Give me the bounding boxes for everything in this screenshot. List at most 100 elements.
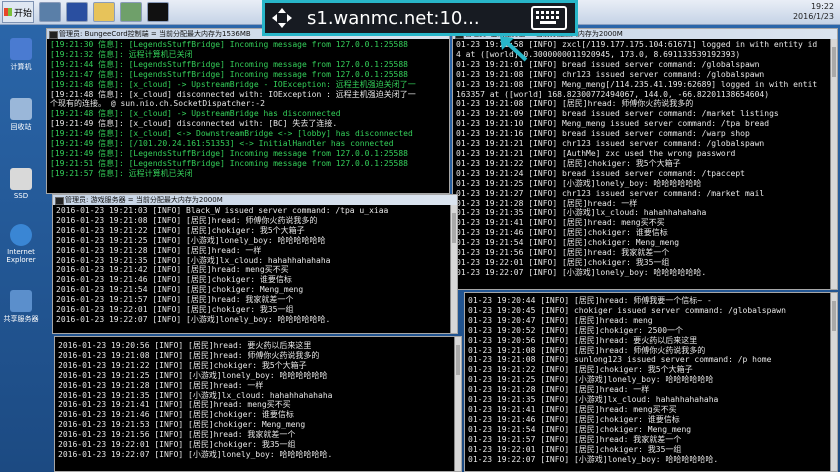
log-line: 01-23 19:21:22 [INFO] [居民]chokiger: 我5个大…: [468, 365, 693, 375]
explorer-folder-icon[interactable]: [93, 2, 115, 22]
log-line: 01-23 19:21:54 [INFO] [居民]chokiger: Meng…: [468, 424, 692, 434]
window-title: 管理员: 游戏服务器 = 当前分配最大内存为2000M: [65, 196, 223, 204]
desktop-icon-label: 回收站: [10, 123, 32, 131]
log-line: 2016-01-23 19:21:35 [INFO] [小游戏]lx_cloud…: [58, 390, 333, 400]
log-line: 163357 at ([world] 168.82300772494067, 1…: [456, 89, 770, 99]
log-line: 01-23 19:21:16 [INFO] bread issued serve…: [456, 129, 750, 139]
log-line: [19:21:44 信息]: [LegendsStuffBridge] Inco…: [50, 59, 408, 69]
log-line: [19:21:47 信息]: [LegendsStuffBridge] Inco…: [50, 69, 408, 79]
log-line: 2016-01-23 19:21:42 [INFO] [居民]hread: me…: [56, 265, 289, 275]
console-log: 01-23 19:21:58 [INFO] zxcl[/119.177.175.…: [453, 39, 837, 279]
start-button[interactable]: 开始: [2, 1, 34, 23]
log-line: 01-23 19:22:07 [INFO] [小游戏]lonely_boy: 哈…: [468, 454, 719, 464]
log-line: 01-23 19:21:24 [INFO] bread issued serve…: [456, 168, 745, 178]
log-line: 01-23 19:21:46 [INFO] [居民]chokiger: 谁要信标: [468, 414, 680, 424]
log-line: [19:21:49 信息]: [x_cloud] disconnected wi…: [50, 119, 338, 129]
desktop-icon-internet-explorer[interactable]: Internet Explorer: [2, 224, 40, 264]
log-line: 01-23 19:20:52 [INFO] [居民]chokiger: 2500…: [468, 325, 684, 335]
log-line: 2016-01-23 19:21:25 [INFO] [小游戏]lonely_b…: [58, 370, 328, 380]
log-line: 01-23 19:21:09 [INFO] bread issued serve…: [456, 109, 779, 119]
log-line: 01-23 19:21:54 [INFO] [居民]chokiger: Meng…: [456, 238, 680, 248]
log-line: 2016-01-23 19:22:07 [INFO] [小游戏]lonely_b…: [56, 314, 331, 324]
lobby-server-console[interactable]: 管理员: 登录服务器 = 当前分配最大内存为2000M 01-23 19:21:…: [452, 28, 838, 290]
log-line: 01-23 19:21:41 [INFO] [居民]hread: meng买不买: [456, 218, 665, 228]
log-line: 01-23 19:20:45 [INFO] chokiger issued se…: [468, 305, 786, 315]
log-line: 01-23 19:21:08 [INFO] [居民]hread: 师傅你火药说我…: [468, 345, 706, 355]
console-icon: [55, 197, 64, 205]
log-line: 2016-01-23 19:21:57 [INFO] [居民]hread: 我家…: [56, 295, 294, 305]
log-line: 01-23 19:21:21 [INFO] [AuthMe] zxc used …: [456, 148, 736, 158]
scrollbar[interactable]: [454, 337, 461, 471]
scrollbar[interactable]: [830, 39, 837, 289]
log-line: 2016-01-23 19:21:54 [INFO] [居民]chokiger:…: [56, 285, 304, 295]
log-line: 01-23 19:21:27 [INFO] chr123 issued serv…: [456, 188, 765, 198]
window-titlebar[interactable]: 管理员: 游戏服务器 = 当前分配最大内存为2000M: [53, 195, 457, 205]
log-line: 01-23 19:21:35 [INFO] [小游戏]lx_cloud: hah…: [456, 208, 707, 218]
taskbar-clock[interactable]: 19:22 2016/1/23: [793, 2, 834, 22]
log-line: [19:21:49 信息]: [x_cloud] <-> DownstreamB…: [50, 129, 413, 139]
console-log: 2016-01-23 19:21:03 [INFO] Black_W issue…: [53, 205, 457, 326]
recycle-bin-icon: [10, 98, 32, 120]
keyboard-icon[interactable]: [531, 6, 567, 30]
log-line: 2016-01-23 19:21:08 [INFO] [居民]hread: 师傅…: [56, 215, 318, 225]
log-line: 2016-01-23 19:21:22 [INFO] [居民]chokiger:…: [56, 225, 305, 235]
log-line: 01-23 19:21:21 [INFO] chr123 issued serv…: [456, 139, 765, 149]
start-label: 开始: [13, 8, 32, 19]
game-server-console[interactable]: 管理员: 游戏服务器 = 当前分配最大内存为2000M 2016-01-23 1…: [52, 194, 458, 334]
log-line: 01-23 19:21:22 [INFO] [居民]chokiger: 我5个大…: [456, 158, 681, 168]
log-line: 01-23 19:20:56 [INFO] [居民]hread: 要火药以后来这…: [468, 335, 698, 345]
scrollbar[interactable]: [830, 293, 837, 471]
desktop-icon-shared-server[interactable]: 共享服务器: [2, 290, 40, 324]
log-line: 2016-01-23 19:21:35 [INFO] [小游戏]lx_cloud…: [56, 255, 331, 265]
log-line: 01-23 19:21:46 [INFO] [居民]chokiger: 谁要信标: [456, 228, 668, 238]
log-line: 2016-01-23 19:22:01 [INFO] [居民]chokiger:…: [56, 305, 294, 315]
log-line: [19:21:48 信息]: [x_cloud] disconnected wi…: [50, 89, 416, 99]
log-line: 2016-01-23 19:22:07 [INFO] [小游戏]lonely_b…: [58, 449, 333, 459]
console-log: 01-23 19:20:44 [INFO] [居民]hread: 师傅我要一个信…: [465, 293, 837, 465]
log-line: 01-23 19:22:01 [INFO] [居民]chokiger: 我35一…: [456, 257, 670, 267]
log-line: 2016-01-23 19:21:46 [INFO] [居民]chokiger:…: [56, 275, 292, 285]
log-line: 2016-01-23 19:21:25 [INFO] [小游戏]lonely_b…: [56, 235, 326, 245]
task-manager-icon[interactable]: [120, 2, 142, 22]
log-line: 2016-01-23 19:21:46 [INFO] [居民]chokiger:…: [58, 410, 294, 420]
powershell-icon[interactable]: [66, 2, 88, 22]
log-line: 01-23 19:21:56 [INFO] [居民]hread: 我家就差一个: [456, 248, 670, 258]
log-line: [19:21:30 信息]: [LegendsStuffBridge] Inco…: [50, 40, 408, 49]
lobby-console-lower[interactable]: 01-23 19:20:44 [INFO] [居民]hread: 师傅我要一个信…: [464, 292, 838, 472]
log-line: 01-23 19:21:10 [INFO] Meng_meng issued s…: [456, 119, 770, 129]
console-log: 2016-01-23 19:20:56 [INFO] [居民]hread: 要火…: [55, 337, 461, 461]
log-line: 01-23 19:21:08 [INFO] [居民]hread: 师傅你火药说我…: [456, 99, 694, 109]
log-line: 01-23 19:21:28 [INFO] [居民]hread: 一样: [456, 198, 638, 208]
log-line: 2016-01-23 19:21:03 [INFO] Black_W issue…: [56, 206, 389, 215]
desktop-icon-computer[interactable]: 计算机: [2, 38, 40, 72]
log-line: 2016-01-23 19:21:22 [INFO] [居民]chokiger:…: [58, 360, 307, 370]
log-line: [19:21:48 信息]: [x_cloud] -> UpstreamBrid…: [50, 79, 416, 89]
game-console-lower[interactable]: 2016-01-23 19:20:56 [INFO] [居民]hread: 要火…: [54, 336, 462, 472]
server-manager-icon[interactable]: [39, 2, 61, 22]
desktop-icon-label: Internet Explorer: [6, 248, 36, 264]
log-line: [19:21:57 信息]: 远程计算机已关闭: [50, 168, 193, 178]
desktop-icon-ssd[interactable]: SSD: [2, 168, 40, 200]
console-log: [19:21:30 信息]: [LegendsStuffBridge] Inco…: [47, 39, 449, 180]
internet-explorer-icon: [10, 224, 32, 246]
desktop-icon-label: SSD: [13, 192, 29, 200]
log-line: 01-23 19:21:25 [INFO] [小游戏]lonely_boy: 哈…: [468, 375, 714, 385]
log-line: 01-23 19:20:44 [INFO] [居民]hread: 师傅我要一个信…: [468, 296, 712, 305]
log-line: [19:21:49 信息]: [/101.20.24.161:51353] <-…: [50, 139, 394, 149]
console-icon: [49, 31, 58, 39]
desktop: 开始 19:22 2016/1/23 计算机 回收站 SSD Internet …: [0, 0, 840, 472]
scrollbar[interactable]: [450, 205, 457, 333]
move-arrows-icon[interactable]: [265, 7, 299, 29]
log-line: 2016-01-23 19:21:56 [INFO] [居民]hread: 我家…: [58, 430, 296, 440]
log-line: [19:21:48 信息]: [x_cloud] -> UpstreamBrid…: [50, 109, 341, 119]
log-line: 01-23 19:21:28 [INFO] [居民]hread: 一样: [468, 385, 650, 395]
desktop-icon-recycle-bin[interactable]: 回收站: [2, 98, 40, 132]
bungeecord-console[interactable]: 管理员: BungeeCord控制端 = 当前分配最大内存为1536MB [19…: [46, 28, 450, 194]
remote-connection-bar[interactable]: s1.wanmc.net:10...: [262, 0, 578, 36]
log-line: [19:21:49 信息]: [LegendsStuffBridge] Inco…: [50, 148, 408, 158]
log-line: 01-23 19:21:08 [INFO] Meng_meng[/114.235…: [456, 79, 818, 89]
pointer-arrow-icon: [500, 36, 528, 62]
cmd-window-icon[interactable]: [147, 2, 169, 22]
log-line: 01-23 19:21:41 [INFO] [居民]hread: meng买不买: [468, 404, 677, 414]
log-line: 2016-01-23 19:22:01 [INFO] [居民]chokiger:…: [58, 440, 296, 450]
